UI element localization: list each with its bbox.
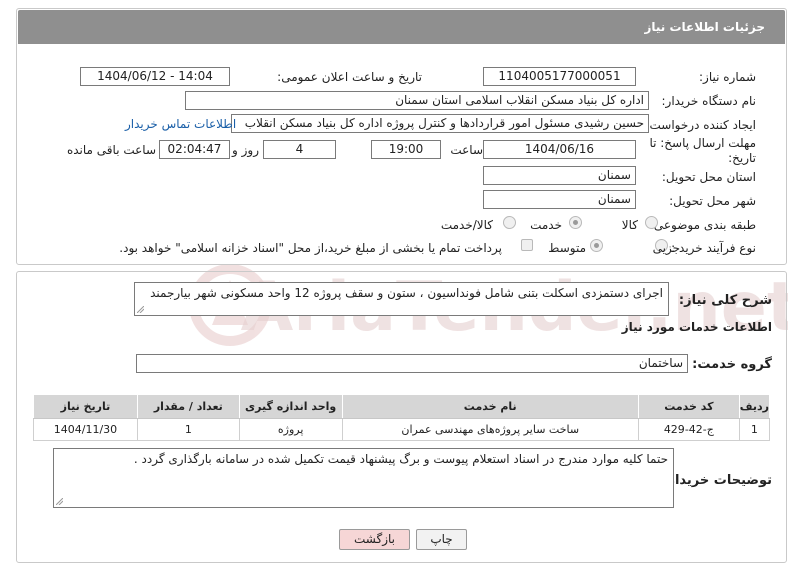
deadline-time-label: ساعت xyxy=(450,143,483,157)
city-field: سمنان xyxy=(483,190,636,209)
creator-label: ایجاد کننده درخواست: xyxy=(645,118,756,132)
cell-qty: 1 xyxy=(136,418,240,441)
process-medium-label: متوسط xyxy=(548,241,586,255)
category-service-radio[interactable] xyxy=(569,216,582,229)
cell-name: ساخت سایر پروژه‌های مهندسی عمران xyxy=(341,418,639,441)
buyer-org-field: اداره کل بنیاد مسکن انقلاب اسلامی استان … xyxy=(185,91,649,110)
buyer-notes-text: حتما کلیه موارد مندرج در اسناد استعلام پ… xyxy=(133,452,668,466)
need-number-label: شماره نیاز: xyxy=(699,70,756,84)
category-goods-service-radio[interactable] xyxy=(503,216,516,229)
back-button[interactable]: بازگشت xyxy=(339,529,410,550)
category-goods-service-label: کالا/خدمت xyxy=(440,218,493,232)
service-group-label: گروه خدمت: xyxy=(692,357,772,372)
resize-handle-icon xyxy=(137,306,144,313)
days-label: روز و xyxy=(232,143,259,157)
category-goods-radio[interactable] xyxy=(645,216,658,229)
panel-title: جزئیات اطلاعات نیاز xyxy=(644,20,765,34)
process-minor-label: جزیی xyxy=(652,241,680,255)
summary-textarea: اجرای دستمزدی اسکلت بتنی شامل فونداسیون … xyxy=(134,282,669,316)
category-goods-label: کالا xyxy=(621,218,638,232)
table-row: 1 ج-42-429 ساخت سایر پروژه‌های مهندسی عم… xyxy=(33,418,771,441)
cell-code: ج-42-429 xyxy=(637,418,740,441)
category-service-label: خدمت xyxy=(530,218,562,232)
cell-date: 1404/11/30 xyxy=(33,418,138,441)
announce-date-label: تاریخ و ساعت اعلان عمومی: xyxy=(277,70,422,84)
col-name: نام خدمت xyxy=(341,394,639,419)
process-type-label: نوع فرآیند خرید : xyxy=(671,241,756,255)
services-section-title: اطلاعات خدمات مورد نیاز xyxy=(621,320,772,334)
print-button[interactable]: چاپ xyxy=(416,529,467,550)
province-label: استان محل تحویل: xyxy=(661,170,756,184)
remaining-time-field: 02:04:47 xyxy=(159,140,230,159)
deadline-date-field: 1404/06/16 xyxy=(483,140,636,159)
creator-field: حسین رشیدی مسئول امور قراردادها و کنترل … xyxy=(231,114,649,133)
deadline-date-label: تاریخ: xyxy=(728,151,756,165)
need-number-field: 1104005177000051 xyxy=(483,67,636,86)
summary-label: شرح کلی نیاز: xyxy=(678,293,772,308)
summary-text: اجرای دستمزدی اسکلت بتنی شامل فونداسیون … xyxy=(150,286,663,300)
buyer-contact-link[interactable]: اطلاعات تماس خریدار xyxy=(125,117,236,131)
remaining-time-label: ساعت باقی مانده xyxy=(66,143,156,157)
resize-handle-icon xyxy=(56,498,63,505)
buyer-org-label: نام دستگاه خریدار: xyxy=(661,94,757,108)
cell-row: 1 xyxy=(738,418,771,441)
process-medium-radio[interactable] xyxy=(590,239,603,252)
buyer-notes-label: توضیحات خریدار: xyxy=(662,473,772,488)
col-date: تاریخ نیاز xyxy=(33,394,138,419)
services-table-header: ردیف کد خدمت نام خدمت واحد اندازه گیری ت… xyxy=(33,394,771,419)
buyer-notes-textarea: حتما کلیه موارد مندرج در اسناد استعلام پ… xyxy=(53,448,674,508)
service-group-field: ساختمان xyxy=(136,354,688,373)
treasury-payment-checkbox[interactable] xyxy=(521,239,533,251)
deadline-label: مهلت ارسال پاسخ: تا xyxy=(649,136,756,150)
services-table: ردیف کد خدمت نام خدمت واحد اندازه گیری ت… xyxy=(33,394,771,441)
col-qty: تعداد / مقدار xyxy=(136,394,240,419)
announce-date-field: 1404/06/12 - 14:04 xyxy=(80,67,230,86)
panel-header: جزئیات اطلاعات نیاز xyxy=(18,10,785,44)
category-label: طبقه بندی موضوعی: xyxy=(649,218,756,232)
col-unit: واحد اندازه گیری xyxy=(238,394,343,419)
cell-unit: پروژه xyxy=(238,418,343,441)
days-remaining-field: 4 xyxy=(263,140,336,159)
col-code: کد خدمت xyxy=(637,394,740,419)
city-label: شهر محل تحویل: xyxy=(669,194,756,208)
deadline-time-field: 19:00 xyxy=(371,140,441,159)
col-row: ردیف xyxy=(738,394,771,419)
province-field: سمنان xyxy=(483,166,636,185)
treasury-payment-note: پرداخت تمام یا بخشی از مبلغ خرید،از محل … xyxy=(119,241,502,255)
